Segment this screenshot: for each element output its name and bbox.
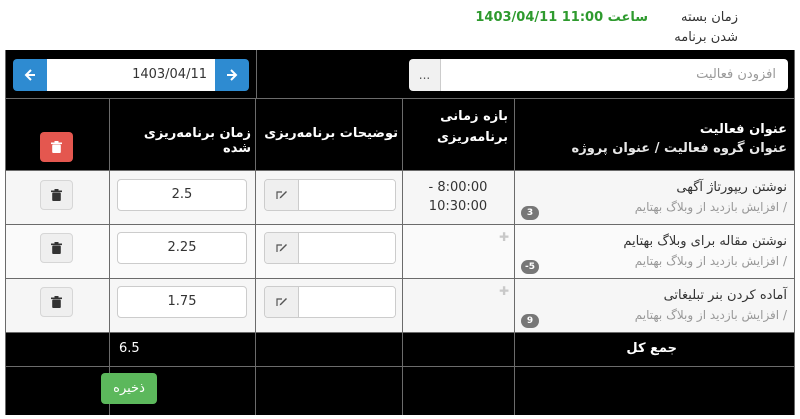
edit-icon	[275, 191, 287, 199]
description-field-2	[264, 232, 396, 264]
time-range-end: 10:30:00	[428, 199, 488, 214]
total-value: 6.5	[119, 341, 140, 356]
delete-all-button[interactable]	[40, 132, 73, 162]
description-field-1	[264, 179, 396, 211]
save-button[interactable]: ذخیره	[101, 373, 157, 404]
trash-icon	[51, 242, 62, 254]
plan-closing-info: 1403/04/11 ساعت 11:00 زمان بسته شدن برنا…	[0, 0, 800, 50]
delete-row-button-1[interactable]	[40, 180, 73, 210]
header-time-range: بازه زمانی برنامه‌ریزی	[436, 109, 508, 145]
task-badge-1: 3	[521, 206, 539, 220]
trash-icon	[51, 141, 62, 153]
planned-time-input-1[interactable]: 2.5	[117, 179, 247, 211]
activity-picker-button[interactable]: ...	[409, 59, 441, 91]
planned-time-input-2[interactable]: 2.25	[117, 232, 247, 264]
edit-icon	[275, 244, 287, 252]
next-day-button[interactable]	[215, 59, 249, 91]
task-project-3: / افزایش بازدید از وبلاگ بهتایم	[634, 308, 787, 322]
description-field-3	[264, 286, 396, 318]
task-title-1: نوشتن ریپورتاژ آگهی	[676, 180, 787, 195]
task-badge-3: 9	[521, 314, 539, 328]
edit-description-button[interactable]	[265, 233, 299, 263]
closing-time-value: 1403/04/11 ساعت 11:00	[475, 10, 648, 25]
task-title-2: نوشتن مقاله برای وبلاگ بهتایم	[623, 234, 787, 249]
planned-time-input-3[interactable]: 1.75	[117, 286, 247, 318]
time-range-1: - 8:00:00 10:30:00	[403, 178, 513, 216]
arrow-left-icon	[24, 69, 35, 81]
delete-row-button-3[interactable]	[40, 287, 73, 317]
delete-row-button-2[interactable]	[40, 233, 73, 263]
description-input[interactable]	[299, 233, 395, 263]
planning-table: 1403/04/11 ... افزودن فعالیت عنوان فعالی…	[5, 50, 795, 415]
task-project-2: / افزایش بازدید از وبلاگ بهتایم	[634, 254, 787, 268]
plus-icon[interactable]: ✚	[499, 284, 509, 298]
time-range-start: - 8:00:00	[428, 180, 488, 195]
task-title-3: آماده کردن بنر تبلیغاتی	[663, 288, 787, 303]
date-input[interactable]: 1403/04/11	[47, 59, 215, 91]
description-input[interactable]	[299, 180, 395, 210]
description-input[interactable]	[299, 287, 395, 317]
arrow-right-icon	[227, 69, 238, 81]
trash-icon	[51, 296, 62, 308]
task-project-1: / افزایش بازدید از وبلاگ بهتایم	[634, 200, 787, 214]
trash-icon	[51, 189, 62, 201]
task-badge-2: -5	[521, 260, 539, 274]
prev-day-button[interactable]	[13, 59, 47, 91]
date-navigator: 1403/04/11	[13, 59, 249, 91]
header-activity-title: عنوان فعالیت	[699, 122, 787, 137]
edit-icon	[275, 298, 287, 306]
add-activity-input[interactable]: افزودن فعالیت	[441, 59, 788, 91]
plus-icon[interactable]: ✚	[499, 230, 509, 244]
add-activity-group: ... افزودن فعالیت	[409, 59, 788, 91]
edit-description-button[interactable]	[265, 287, 299, 317]
closing-time-label: زمان بسته شدن برنامه	[674, 10, 738, 45]
header-planned-time: زمان برنامه‌ریزی شده	[143, 126, 251, 156]
total-label: جمع کل	[626, 341, 677, 356]
header-description: توضیحات برنامه‌ریزی	[264, 126, 398, 141]
edit-description-button[interactable]	[265, 180, 299, 210]
header-activity-subtitle: عنوان گروه فعالیت / عنوان پروژه	[571, 141, 787, 156]
